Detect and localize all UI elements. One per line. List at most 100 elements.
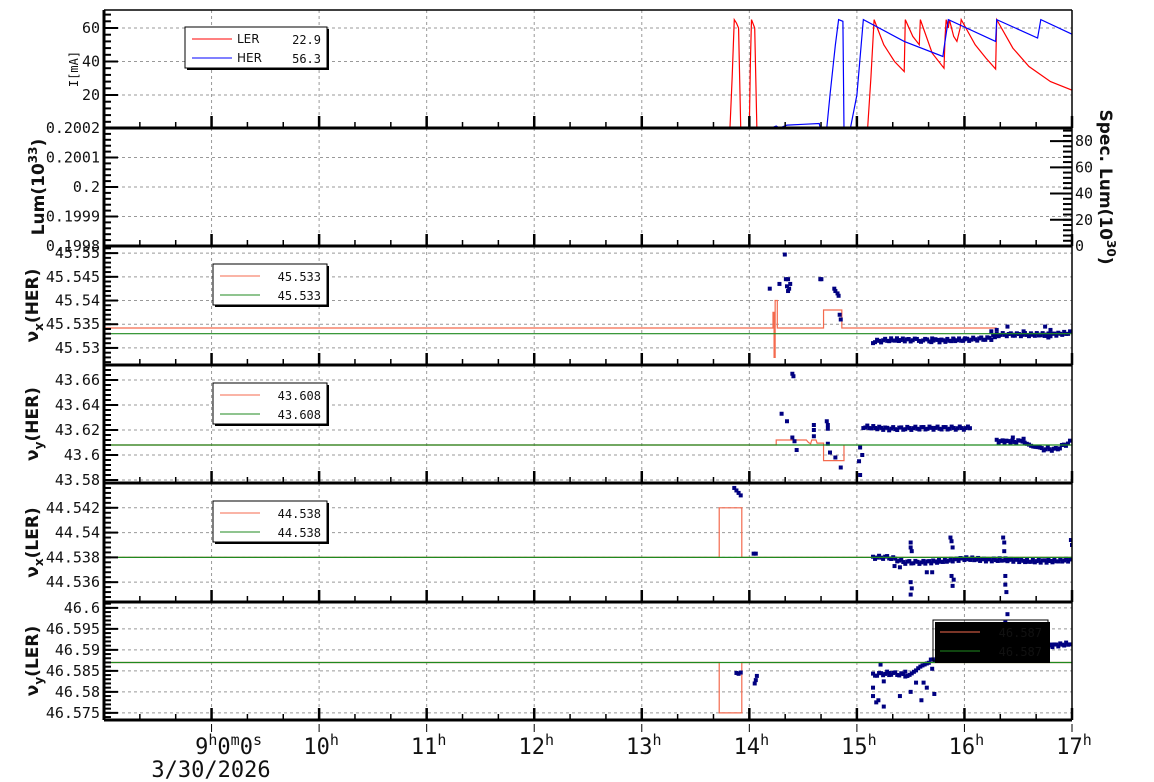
legend: 44.538 44.538 — [212, 500, 329, 544]
measured-point — [858, 445, 863, 450]
measured-point — [1001, 535, 1006, 540]
measured-point — [811, 428, 816, 432]
y-axis-label-text: ν — [23, 331, 43, 343]
x-tick-label-unit: h — [208, 731, 217, 749]
y2-tick-label: 60 — [1075, 158, 1093, 176]
measured-point — [908, 689, 913, 694]
x-tick-label-main: 17 — [1056, 735, 1083, 760]
y-tick-label: 40 — [82, 53, 100, 71]
measured-point — [909, 549, 914, 554]
y-tick-label: 44.54 — [55, 524, 100, 542]
legend-value: 44.538 — [278, 507, 321, 521]
measured-point — [782, 252, 787, 257]
y-axis-label: I[mA] — [67, 51, 81, 87]
y-tick-label: 46.59 — [55, 641, 100, 659]
x-tick-label: 15h — [841, 731, 877, 760]
legend-value: 45.533 — [278, 289, 321, 303]
measured-point — [1002, 549, 1007, 554]
y2-axis-label-text: Spec. Lum(10 — [1095, 110, 1115, 241]
measured-point — [792, 439, 797, 444]
x-tick-label-main: 14 — [734, 735, 761, 760]
x-tick-label-main: 9 — [195, 735, 208, 760]
measured-point — [881, 679, 886, 684]
y2-tick-label: 80 — [1075, 132, 1093, 150]
legend-value: 46.587 — [999, 645, 1042, 659]
measured-point — [752, 681, 757, 686]
measured-point — [932, 691, 937, 696]
measured-point — [833, 455, 838, 460]
measured-point — [1048, 327, 1053, 332]
measured-point — [1003, 573, 1008, 578]
y-tick-label: 44.538 — [46, 548, 100, 566]
measured-point — [753, 551, 758, 556]
y-axis-label-text: Lum(10 — [29, 163, 49, 235]
x-tick-label: 11h — [411, 731, 447, 760]
legend: 46.587 46.587 — [932, 619, 1050, 663]
y2-axis-label-rest: ) — [1095, 257, 1115, 265]
y-axis-label: νy(LER) — [23, 626, 46, 697]
measured-point — [924, 685, 929, 690]
x-tick-label-unit: h — [545, 731, 554, 749]
y-tick-label: 0.2002 — [46, 119, 100, 137]
measured-point — [903, 669, 908, 674]
x-tick-label: 9h0m0s — [195, 731, 262, 760]
x-tick-label-main: 15 — [841, 735, 868, 760]
x-tick-label-unit: h — [868, 731, 877, 749]
x-tick-label-unit: h — [975, 731, 984, 749]
measured-point — [878, 662, 883, 667]
y-tick-label: 45.54 — [55, 292, 100, 310]
y-tick-label: 45.53 — [55, 339, 100, 357]
y-tick-label: 43.62 — [55, 421, 100, 439]
measured-point — [989, 329, 994, 334]
measured-point — [811, 423, 816, 427]
measured-point — [1043, 324, 1048, 329]
y-tick-label: 0.2 — [73, 178, 100, 196]
legend-value: 43.608 — [278, 408, 321, 422]
measured-point — [791, 374, 796, 379]
y-tick-label: 0.2001 — [46, 149, 100, 167]
measured-point — [949, 539, 954, 544]
x-tick-label-main: 13 — [626, 735, 653, 760]
measured-point — [924, 570, 929, 575]
y2-tick-label: 20 — [1075, 211, 1093, 229]
x-tick-label: 12h — [518, 731, 554, 760]
measured-point — [838, 465, 843, 470]
x-tick-label: 17h — [1056, 731, 1092, 760]
measured-point — [881, 704, 886, 709]
measured-point — [838, 317, 843, 322]
x-tick-label-main: 0 — [217, 735, 230, 760]
tune-monitor-chart: 204060I[mA]LER 22.9HER 56.30.20020.20010.2… — [23, 9, 1118, 782]
panel-data — [104, 612, 1072, 714]
measured-point — [951, 577, 956, 582]
y2-axis-label-sup: 30 — [1104, 240, 1118, 257]
measured-point — [738, 493, 743, 498]
measured-point — [876, 698, 881, 703]
y-tick-label: 43.58 — [55, 471, 100, 489]
x-tick-label-unit: h — [760, 731, 769, 749]
measured-point — [930, 570, 935, 575]
measured-point — [994, 327, 999, 332]
legend-value: 56.3 — [292, 52, 321, 66]
measured-point — [824, 419, 829, 424]
measured-point — [930, 666, 935, 671]
y2-tick-label: 40 — [1075, 185, 1093, 203]
measured-point — [871, 694, 876, 699]
y-axis-label-rest: (LER) — [23, 626, 43, 677]
x-tick-label-unit: s — [253, 731, 262, 749]
y-tick-label: 46.6 — [64, 599, 100, 617]
y-tick-label: 43.6 — [64, 446, 100, 464]
measured-point — [786, 277, 791, 282]
measured-point — [779, 411, 784, 416]
measured-point — [1057, 446, 1062, 451]
y-axis-label-sup: 33 — [26, 147, 40, 164]
y-tick-label: 44.542 — [46, 499, 100, 517]
axes-layer: 204060I[mA]LER 22.9HER 56.30.20020.20010.2… — [23, 9, 1118, 782]
legend-value: 44.538 — [278, 526, 321, 540]
y-axis-label-sub: y — [32, 441, 46, 449]
series-line-setpoint — [104, 299, 997, 359]
measured-point — [860, 453, 865, 457]
y-axis-label-rest: (HER) — [23, 269, 43, 323]
measured-point — [1003, 582, 1008, 587]
x-tick-label-unit: h — [1083, 731, 1092, 749]
y-axis-label-text: ν — [23, 449, 43, 461]
